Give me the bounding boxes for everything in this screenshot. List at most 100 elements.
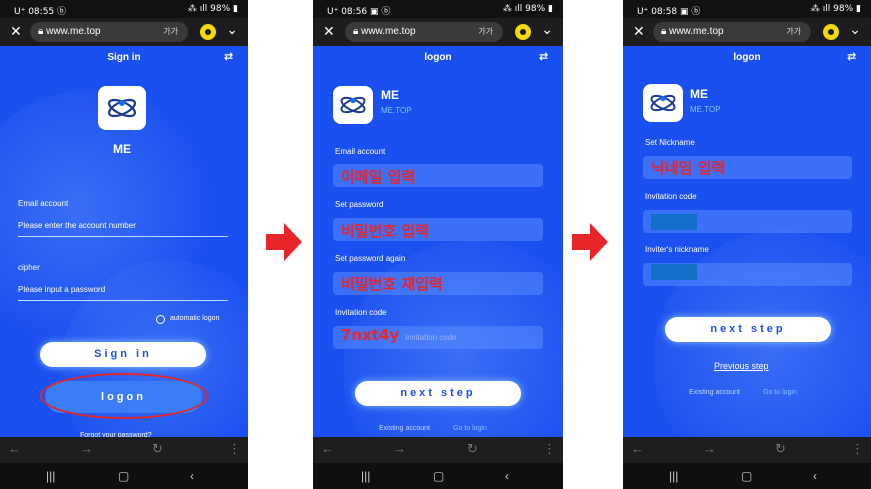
browser-extension-icon[interactable] [823, 24, 839, 40]
more-icon[interactable]: ⋮ [543, 441, 556, 457]
back-icon[interactable]: ← [8, 441, 21, 456]
status-bar: U⁺ 08:56 ▣ ⓑ ⁂ ıll 98% ▮ [313, 0, 563, 18]
phone-screen-logon-step1: U⁺ 08:56 ▣ ⓑ ⁂ ıll 98% ▮ ✕ 🔒︎ www.me.top… [313, 0, 563, 489]
lock-icon: 🔒︎ [353, 26, 359, 37]
page-title: logon [424, 52, 452, 63]
lock-icon: 🔒︎ [38, 26, 44, 37]
more-icon[interactable]: ⋮ [228, 441, 241, 457]
invitation-label: Invitation code [645, 192, 697, 201]
close-tab-icon[interactable]: ✕ [323, 23, 335, 40]
url-text: www.me.top [46, 26, 101, 37]
browser-extension-icon[interactable] [515, 24, 531, 40]
nickname-label: Set Nickname [645, 138, 695, 147]
password-again-annotation: 비밀번호 재입력 [341, 275, 443, 293]
chevron-down-icon[interactable]: ⌄ [541, 21, 553, 38]
sign-in-button[interactable]: Sign in [40, 342, 206, 367]
text-size-button[interactable]: 가가 [786, 22, 801, 42]
nickname-annotation: 닉네임 입력 [651, 159, 726, 177]
email-annotation: 이메일 입력 [341, 168, 416, 186]
browser-nav-bar: ← → ↻ ⋮ [623, 437, 871, 463]
refresh-icon[interactable]: ↻ [152, 441, 163, 457]
more-icon[interactable]: ⋮ [851, 441, 864, 457]
url-bar[interactable]: 🔒︎ www.me.top 가가 [345, 22, 503, 42]
brand-name: ME [381, 88, 399, 102]
phone-screen-logon-step2: U⁺ 08:58 ▣ ⓑ ⁂ ıll 98% ▮ ✕ 🔒︎ www.me.top… [623, 0, 871, 489]
home-icon[interactable]: ▢ [433, 469, 444, 483]
auto-logon-radio[interactable] [156, 315, 165, 324]
url-text: www.me.top [361, 26, 416, 37]
back-nav-icon[interactable]: ‹ [190, 469, 194, 483]
lock-icon: 🔒︎ [661, 26, 667, 37]
url-bar[interactable]: 🔒︎ www.me.top 가가 [653, 22, 811, 42]
url-bar[interactable]: 🔒︎ www.me.top 가가 [30, 22, 188, 42]
forward-icon[interactable]: → [393, 441, 406, 456]
password-annotation: 비밀번호 입력 [341, 222, 430, 240]
redacted-block [651, 214, 697, 230]
logo-icon [107, 98, 137, 118]
refresh-icon[interactable]: ↻ [467, 441, 478, 457]
browser-extension-icon[interactable] [200, 24, 216, 40]
invitation-label: Invitation code [335, 308, 387, 317]
password-again-label: Set password again [335, 254, 406, 263]
language-switch-icon[interactable]: ⇄ [224, 50, 238, 63]
text-size-button[interactable]: 가가 [163, 22, 178, 42]
app-logo [643, 84, 683, 122]
go-to-login-link[interactable]: Go to login [453, 425, 487, 432]
email-label: Email account [18, 199, 69, 208]
inviter-nickname-label: Inviter's nickname [645, 245, 709, 254]
text-size-button[interactable]: 가가 [478, 22, 493, 42]
email-label: Email account [335, 147, 386, 156]
auto-logon-label: automatic logon [170, 315, 220, 322]
arrow-right-icon [572, 223, 608, 261]
password-label: Set password [335, 200, 384, 209]
highlight-circle [40, 373, 208, 419]
home-icon[interactable]: ▢ [741, 469, 752, 483]
recent-apps-icon[interactable]: ||| [46, 469, 55, 483]
back-icon[interactable]: ← [321, 441, 334, 456]
browser-toolbar: ✕ 🔒︎ www.me.top 가가 ⌄ [623, 18, 871, 46]
back-nav-icon[interactable]: ‹ [505, 469, 509, 483]
system-nav-bar: ||| ▢ ‹ [313, 463, 563, 489]
system-nav-bar: ||| ▢ ‹ [623, 463, 871, 489]
system-nav-bar: ||| ▢ ‹ [0, 463, 248, 489]
existing-account-text: Existing account [689, 389, 740, 396]
redacted-block [651, 264, 697, 280]
url-text: www.me.top [669, 26, 724, 37]
existing-account-text: Existing account [379, 425, 430, 432]
brand-name: ME [113, 142, 131, 156]
invitation-annotation: 7nxt4y [341, 326, 400, 344]
back-icon[interactable]: ← [631, 441, 644, 456]
home-icon[interactable]: ▢ [118, 469, 129, 483]
app-logo [333, 86, 373, 124]
app-logo [98, 86, 146, 130]
forward-icon[interactable]: → [80, 441, 93, 456]
recent-apps-icon[interactable]: ||| [361, 469, 370, 483]
language-switch-icon[interactable]: ⇄ [539, 50, 553, 63]
go-to-login-link[interactable]: Go to login [763, 389, 797, 396]
brand-domain: ME.TOP [690, 105, 721, 114]
close-tab-icon[interactable]: ✕ [633, 23, 645, 40]
logo-icon [340, 96, 366, 114]
browser-nav-bar: ← → ↻ ⋮ [0, 437, 248, 463]
forward-icon[interactable]: → [703, 441, 716, 456]
browser-toolbar: ✕ 🔒︎ www.me.top 가가 ⌄ [313, 18, 563, 46]
browser-nav-bar: ← → ↻ ⋮ [313, 437, 563, 463]
close-tab-icon[interactable]: ✕ [10, 23, 22, 40]
language-switch-icon[interactable]: ⇄ [847, 50, 861, 63]
chevron-down-icon[interactable]: ⌄ [849, 21, 861, 38]
phone-screen-signin: U⁺ 08:55 ⓑ ⁂ ıll 98% ▮ ✕ 🔒︎ www.me.top 가… [0, 0, 248, 489]
page-title: logon [733, 52, 761, 63]
arrow-right-icon [266, 223, 302, 261]
refresh-icon[interactable]: ↻ [775, 441, 786, 457]
recent-apps-icon[interactable]: ||| [669, 469, 678, 483]
next-step-button[interactable]: next step [355, 381, 521, 406]
browser-toolbar: ✕ 🔒︎ www.me.top 가가 ⌄ [0, 18, 248, 46]
password-input[interactable]: Please input a password [18, 285, 228, 301]
email-input[interactable]: Please enter the account number [18, 221, 228, 237]
previous-step-link[interactable]: Previous step [714, 361, 769, 371]
back-nav-icon[interactable]: ‹ [813, 469, 817, 483]
cipher-label: cipher [18, 263, 40, 272]
brand-name: ME [690, 87, 708, 101]
chevron-down-icon[interactable]: ⌄ [226, 21, 238, 38]
next-step-button[interactable]: next step [665, 317, 831, 342]
